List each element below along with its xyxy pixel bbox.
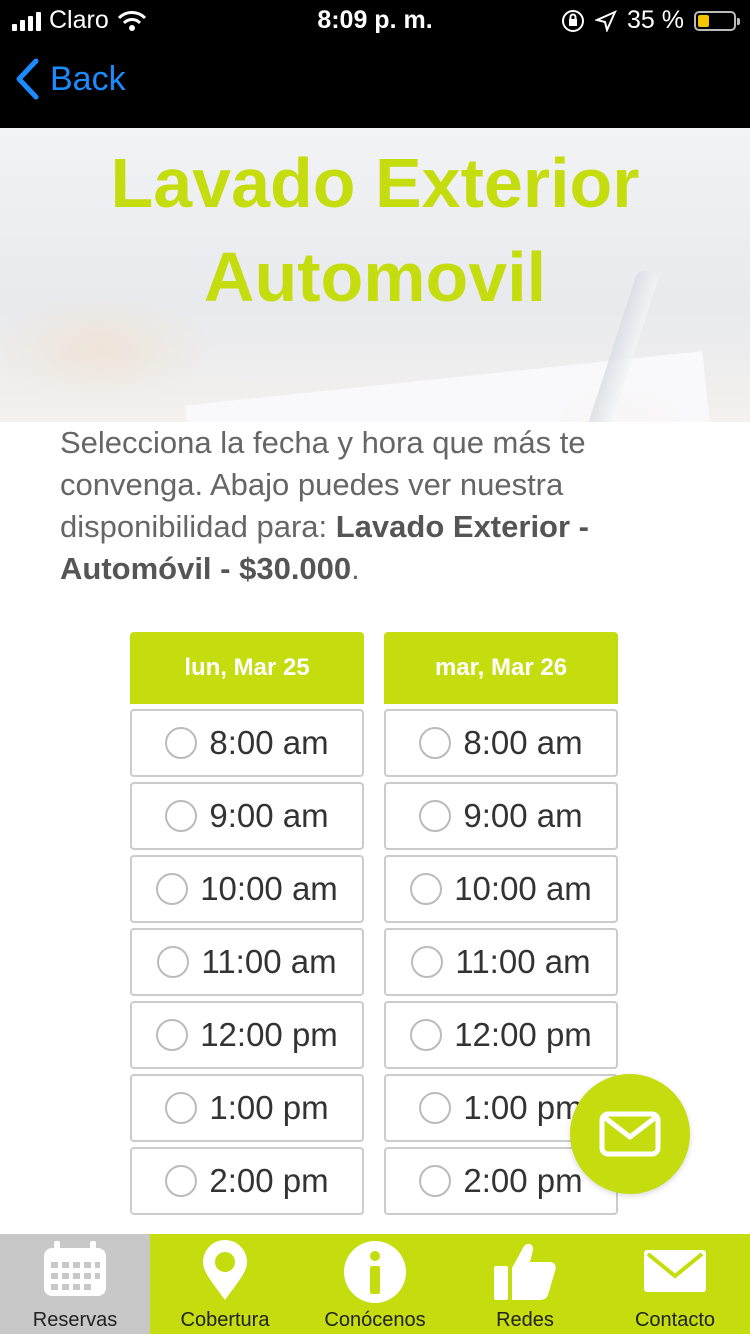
time-slot[interactable]: 8:00 am <box>384 709 618 777</box>
time-slot[interactable]: 9:00 am <box>130 782 364 850</box>
day-header[interactable]: mar, Mar 26 <box>384 632 618 704</box>
day-column: lun, Mar 25 8:00 am 9:00 am 10:00 am 11:… <box>130 632 364 1215</box>
radio-icon[interactable] <box>165 800 198 832</box>
slot-label: 2:00 pm <box>209 1162 329 1199</box>
hero-banner: Lavado Exterior Automovil <box>0 128 750 422</box>
location-arrow-icon <box>595 9 617 32</box>
nav-bar: Back <box>0 40 750 128</box>
slot-label: 10:00 am <box>200 870 338 907</box>
radio-icon[interactable] <box>419 1092 452 1124</box>
time-slot[interactable]: 9:00 am <box>384 782 618 850</box>
time-slot[interactable]: 11:00 am <box>384 928 618 996</box>
info-icon <box>344 1241 406 1303</box>
tab-bar: Reservas Cobertura Conócenos Redes Conta… <box>0 1234 750 1334</box>
tab-conocenos[interactable]: Conócenos <box>300 1234 450 1334</box>
tab-label: Contacto <box>634 1309 716 1331</box>
battery-icon <box>694 10 740 31</box>
slot-label: 9:00 am <box>209 797 329 834</box>
tab-label: Cobertura <box>180 1309 270 1331</box>
time-slot[interactable]: 2:00 pm <box>130 1147 364 1215</box>
time-slot[interactable]: 10:00 am <box>384 855 618 923</box>
time-slot[interactable]: 12:00 pm <box>384 1001 618 1069</box>
hero-image-paper <box>185 351 715 422</box>
tab-label: Conócenos <box>324 1309 426 1331</box>
slot-label: 11:00 am <box>455 943 591 980</box>
tab-label: Redes <box>496 1309 554 1331</box>
slot-label: 2:00 pm <box>463 1162 583 1199</box>
radio-icon[interactable] <box>165 1165 198 1197</box>
status-right: 35 % <box>561 6 740 35</box>
slot-label: 10:00 am <box>454 870 592 907</box>
mail-icon <box>644 1250 706 1292</box>
day-header[interactable]: lun, Mar 25 <box>130 632 364 704</box>
radio-icon[interactable] <box>410 1019 443 1051</box>
tab-cobertura[interactable]: Cobertura <box>150 1234 300 1334</box>
intro-end: . <box>351 551 360 586</box>
chevron-left-icon <box>16 58 39 100</box>
page-title: Lavado Exterior Automovil <box>0 128 750 324</box>
tab-contacto[interactable]: Contacto <box>600 1234 750 1334</box>
radio-icon[interactable] <box>157 946 190 978</box>
time-slot[interactable]: 11:00 am <box>130 928 364 996</box>
time-slot[interactable]: 12:00 pm <box>130 1001 364 1069</box>
radio-icon[interactable] <box>165 727 198 759</box>
battery-percent: 35 % <box>627 6 684 34</box>
slot-label: 1:00 pm <box>209 1089 329 1126</box>
tab-redes[interactable]: Redes <box>450 1234 600 1334</box>
slot-label: 9:00 am <box>463 797 583 834</box>
thumbs-up-icon <box>494 1243 556 1300</box>
radio-icon[interactable] <box>411 946 444 978</box>
title-line-1: Lavado Exterior <box>110 144 640 222</box>
calendar-icon <box>44 1241 106 1296</box>
mail-icon <box>599 1111 661 1157</box>
map-pin-icon <box>203 1240 247 1300</box>
schedule-grid: lun, Mar 25 8:00 am 9:00 am 10:00 am 11:… <box>130 632 618 1215</box>
back-button[interactable]: Back <box>14 58 126 100</box>
status-bar: Claro 8:09 p. m. 35 % <box>0 0 750 40</box>
radio-icon[interactable] <box>419 800 452 832</box>
tab-reservas[interactable]: Reservas <box>0 1234 150 1334</box>
time-slot[interactable]: 1:00 pm <box>130 1074 364 1142</box>
intro-text: Selecciona la fecha y hora que más te co… <box>60 422 700 590</box>
back-label: Back <box>50 59 126 98</box>
slot-label: 8:00 am <box>209 724 329 761</box>
time-slot[interactable]: 10:00 am <box>130 855 364 923</box>
radio-icon[interactable] <box>410 873 443 905</box>
contact-fab-button[interactable] <box>570 1074 690 1194</box>
orientation-lock-icon <box>562 9 585 32</box>
radio-icon[interactable] <box>419 727 452 759</box>
radio-icon[interactable] <box>156 873 189 905</box>
radio-icon[interactable] <box>419 1165 452 1197</box>
radio-icon[interactable] <box>156 1019 189 1051</box>
slot-label: 8:00 am <box>463 724 583 761</box>
radio-icon[interactable] <box>165 1092 198 1124</box>
title-line-2: Automovil <box>203 238 547 316</box>
slot-label: 12:00 pm <box>200 1016 338 1053</box>
time-slot[interactable]: 8:00 am <box>130 709 364 777</box>
tab-label: Reservas <box>32 1309 118 1331</box>
slot-label: 1:00 pm <box>463 1089 583 1126</box>
slot-label: 11:00 am <box>201 943 337 980</box>
slot-label: 12:00 pm <box>454 1016 592 1053</box>
